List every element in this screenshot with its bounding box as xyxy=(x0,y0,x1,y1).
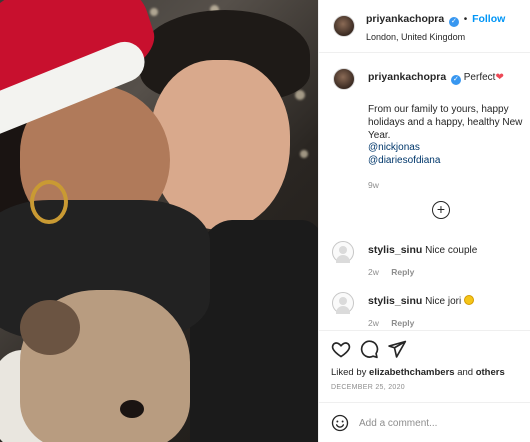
caption-author-avatar[interactable] xyxy=(333,68,355,90)
liked-by-others[interactable]: others xyxy=(476,367,505,378)
mention-link[interactable]: @nickjonas xyxy=(368,142,523,155)
comment-body: stylis_sinu Nice jori xyxy=(368,295,474,307)
emoji-icon xyxy=(463,295,474,305)
verified-badge-icon: ✓ xyxy=(450,75,461,85)
caption-first-word: Perfect xyxy=(463,72,496,83)
caption-text: From our family to yours, happy holidays… xyxy=(368,104,523,141)
heart-icon[interactable] xyxy=(331,339,351,359)
post-photo[interactable] xyxy=(0,0,318,442)
separator-dot: • xyxy=(463,14,468,25)
comment-meta: 2w Reply xyxy=(368,318,424,328)
post-date: DECEMBER 25, 2020 xyxy=(331,384,405,391)
comment-time: 2w xyxy=(368,318,379,328)
bokeh-light xyxy=(300,150,308,158)
comment-composer xyxy=(319,402,530,442)
bokeh-light xyxy=(295,90,305,100)
comment-body: stylis_sinu Nice couple xyxy=(368,244,477,256)
verified-badge-icon: ✓ xyxy=(448,17,459,27)
comment-meta: 2w Reply xyxy=(368,267,424,277)
comment-icon[interactable] xyxy=(359,339,379,359)
emoji-icon[interactable] xyxy=(331,414,349,432)
reply-button[interactable]: Reply xyxy=(391,267,414,277)
post-location[interactable]: London, United Kingdom xyxy=(366,32,505,42)
photo-dog-nose xyxy=(120,400,144,418)
share-icon[interactable] xyxy=(387,339,407,359)
author-username[interactable]: priyankachopra xyxy=(366,13,444,25)
bokeh-light xyxy=(150,8,158,16)
caption-body: priyankachopra ✓ Perfect❤ From our famil… xyxy=(368,71,523,191)
caption-author-username[interactable]: priyankachopra xyxy=(368,71,446,83)
likes-summary: Liked by elizabethchambers and others xyxy=(331,367,505,378)
commenter-avatar[interactable] xyxy=(332,292,354,314)
mention-link[interactable]: @diariesofdiana xyxy=(368,155,523,168)
comment-time: 2w xyxy=(368,267,379,277)
post-side-panel: priyankachopra ✓ • Follow London, United… xyxy=(318,0,530,442)
liked-by-join: and xyxy=(457,367,474,378)
post-header: priyankachopra ✓ • Follow London, United… xyxy=(319,0,530,53)
comment-text: Nice couple xyxy=(425,245,478,256)
commenter-username[interactable]: stylis_sinu xyxy=(368,295,422,307)
liked-by-user[interactable]: elizabethchambers xyxy=(369,367,455,378)
commenter-username[interactable]: stylis_sinu xyxy=(368,244,422,256)
comment-input[interactable] xyxy=(359,413,524,433)
liked-by-prefix: Liked by xyxy=(331,367,367,378)
commenter-avatar[interactable] xyxy=(332,241,354,263)
caption-time: 9w xyxy=(368,180,379,190)
author-avatar[interactable] xyxy=(333,15,355,37)
post-actions: Liked by elizabethchambers and others DE… xyxy=(319,330,530,442)
comment-text: Nice jori xyxy=(425,296,462,307)
follow-button[interactable]: Follow xyxy=(472,13,505,25)
photo-earring xyxy=(30,180,68,224)
photo-dog-ear xyxy=(20,300,80,355)
red-heart-emoji-icon: ❤ xyxy=(495,72,504,83)
reply-button[interactable]: Reply xyxy=(391,318,414,328)
plus-circle-icon[interactable]: + xyxy=(432,201,450,219)
header-text: priyankachopra ✓ • Follow London, United… xyxy=(366,13,505,42)
